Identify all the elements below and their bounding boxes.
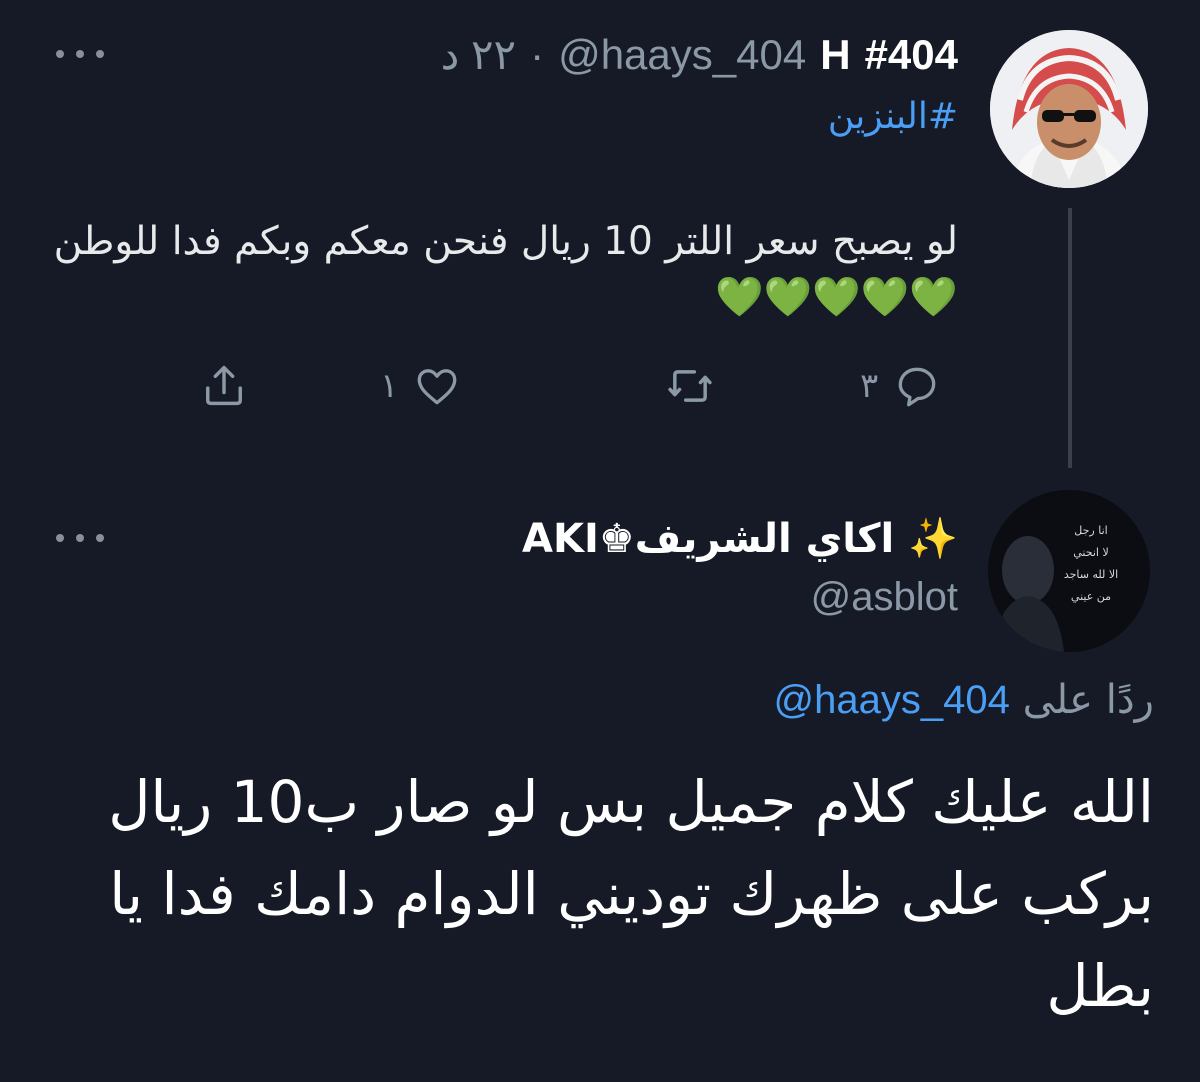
reply-icon xyxy=(898,367,936,407)
avatar-image xyxy=(990,30,1148,188)
avatar-caption-line: لا انحني xyxy=(1073,546,1109,559)
tweet-text: الله عليك كلام جميل بس لو صار ب10 ريال ب… xyxy=(108,768,1154,1020)
author-handle[interactable]: @asblot xyxy=(811,570,958,624)
author-badge: H xyxy=(820,31,851,78)
tweet-text-content: لو يصبح سعر اللتر 10 ريال فنحن معكم وبكم… xyxy=(53,219,958,264)
replying-mention-link[interactable]: @haays_404 xyxy=(774,678,1010,722)
avatar[interactable] xyxy=(990,30,1148,188)
separator: · xyxy=(530,31,545,78)
author-name[interactable]: ✨ اكاي الشريف♚AKI xyxy=(522,512,958,566)
retweet-action[interactable] xyxy=(664,356,730,416)
avatar-caption-line: من عيني xyxy=(1070,590,1112,603)
tweet-header: #404 H @haays_404 · ٢٢ د xyxy=(441,28,958,82)
like-icon xyxy=(417,369,457,405)
share-action[interactable] xyxy=(198,356,250,416)
share-icon xyxy=(206,365,242,406)
more-options-icon[interactable] xyxy=(56,528,104,548)
like-action[interactable]: ١ xyxy=(380,356,462,416)
more-options-icon[interactable] xyxy=(56,44,104,64)
reply-action[interactable]: ٣ xyxy=(860,356,942,416)
timestamp[interactable]: ٢٢ د xyxy=(441,28,517,82)
hashtag-link[interactable]: #البنزين xyxy=(828,92,958,142)
avatar-caption: انا رجل لا انحني الا لله ساجد من عيني xyxy=(1046,520,1136,608)
author-name[interactable]: #404 xyxy=(865,28,958,82)
reply-count: ٣ xyxy=(860,366,879,406)
avatar[interactable]: انا رجل لا انحني الا لله ساجد من عيني xyxy=(988,490,1150,652)
like-count: ١ xyxy=(380,366,399,406)
green-hearts-emoji: 💚💚💚💚💚 xyxy=(715,275,958,320)
author-handle[interactable]: @haays_404 xyxy=(558,28,806,82)
avatar-caption-line: الا لله ساجد xyxy=(1063,568,1119,581)
replying-to: ردًا على @haays_404 xyxy=(774,672,1154,728)
avatar-caption-line: انا رجل xyxy=(1074,524,1108,537)
retweet-icon xyxy=(668,370,712,402)
tweet-text: لو يصبح سعر اللتر 10 ريال فنحن معكم وبكم… xyxy=(38,214,958,326)
replying-prefix: ردًا على xyxy=(1022,677,1154,723)
thread-connector xyxy=(1068,208,1072,468)
